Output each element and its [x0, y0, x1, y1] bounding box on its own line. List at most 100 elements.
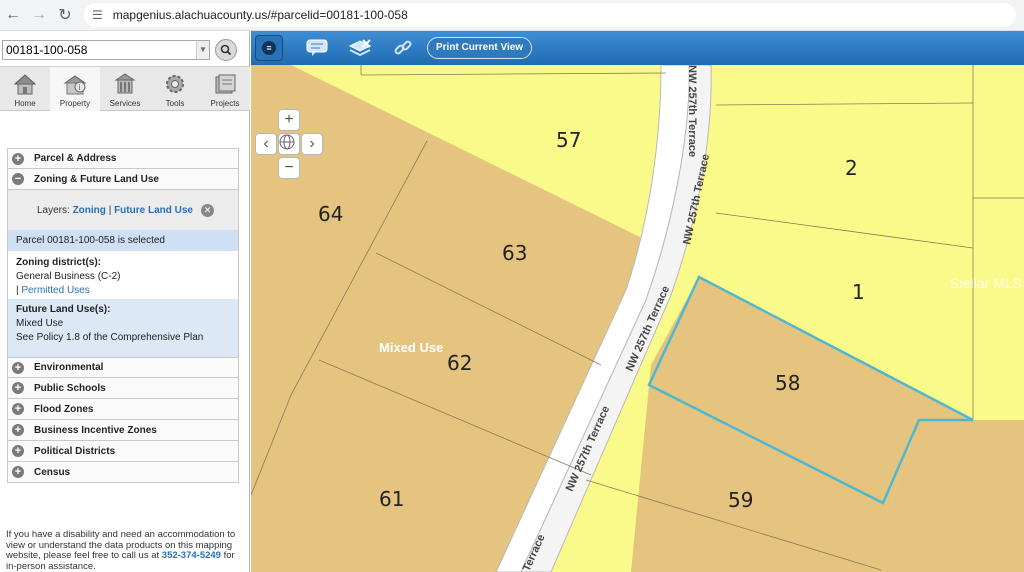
tab-services-label: Services — [109, 99, 141, 108]
forward-icon[interactable]: → — [26, 2, 52, 28]
layers-label: Layers: — [37, 204, 70, 216]
tab-home[interactable]: Home — [0, 67, 50, 111]
accordion-public-schools[interactable]: + Public Schools — [7, 378, 239, 399]
reload-icon[interactable]: ↻ — [52, 2, 78, 28]
back-icon[interactable]: ← — [0, 2, 26, 28]
search-dropdown-icon[interactable]: ▼ — [196, 41, 209, 59]
parcel-label: 1 — [852, 280, 865, 304]
svg-text:i: i — [79, 83, 81, 92]
accordion-label: Public Schools — [34, 382, 106, 394]
accordion-label: Parcel & Address — [34, 153, 117, 164]
parcel-label: 63 — [502, 241, 527, 265]
phone-link[interactable]: 352-374-5249 — [162, 550, 221, 561]
site-info-icon[interactable]: ☰ — [92, 8, 103, 22]
home-icon — [12, 72, 38, 96]
property-panel: + Parcel & Address − Zoning & Future Lan… — [7, 148, 239, 483]
flu-policy: See Policy 1.8 of the Comprehensive Plan — [16, 332, 204, 343]
services-icon — [112, 72, 138, 96]
link-icon[interactable] — [391, 36, 415, 60]
future-land-use-info: Future Land Use(s): Mixed Use See Policy… — [7, 299, 239, 357]
accordion-environmental[interactable]: + Environmental — [7, 357, 239, 378]
pan-right-button[interactable]: › — [301, 133, 323, 155]
browser-address-bar: ← → ↻ ☰ mapgenius.alachuacounty.us/#parc… — [0, 0, 1024, 31]
accordion-label: Business Incentive Zones — [34, 424, 157, 436]
tab-projects-label: Projects — [210, 99, 240, 108]
tab-property[interactable]: i Property — [50, 67, 100, 111]
parcel-label: 61 — [379, 487, 404, 511]
accessibility-notice: If you have a disability and need an acc… — [6, 529, 246, 572]
flu-heading: Future Land Use(s): — [16, 304, 111, 315]
tab-services[interactable]: Services — [100, 67, 150, 111]
flu-value: Mixed Use — [16, 318, 64, 329]
accordion-label: Flood Zones — [34, 403, 94, 415]
parcel-label: 2 — [845, 156, 858, 180]
watermark: Stellar MLS — [949, 275, 1022, 291]
search-icon — [220, 44, 232, 56]
road-label: NW 257th Terrace — [686, 65, 698, 157]
menu-button[interactable]: ≡ — [255, 35, 283, 61]
menu-icon: ≡ — [262, 41, 276, 55]
collapse-icon: − — [12, 173, 24, 185]
zoning-value: General Business (C-2) — [16, 271, 121, 282]
search-row: ▼ — [0, 38, 250, 62]
close-icon[interactable]: ✕ — [200, 203, 214, 217]
accordion-label: Environmental — [34, 362, 104, 373]
layer-zoning-link[interactable]: Zoning — [73, 205, 106, 216]
accordion-business-incentive-zones[interactable]: + Business Incentive Zones — [7, 420, 239, 441]
accordion-label: Census — [34, 466, 71, 478]
zone-label-mixed-use: Mixed Use — [379, 340, 443, 355]
sidebar: ▼ Home i Property Services — [0, 31, 250, 572]
tab-tools-label: Tools — [165, 99, 185, 108]
tab-projects[interactable]: Projects — [200, 67, 250, 111]
accordion-census[interactable]: + Census — [7, 462, 239, 483]
zoning-heading: Zoning district(s): — [16, 257, 101, 268]
map-toolbar: ≡ Print Current View — [251, 31, 1024, 65]
accordion-zoning-flu[interactable]: − Zoning & Future Land Use — [7, 169, 239, 190]
zoning-info: Zoning district(s): General Business (C-… — [7, 251, 239, 299]
permitted-uses-link[interactable]: Permitted Uses — [21, 285, 89, 296]
tab-property-label: Property — [59, 99, 91, 108]
parcel-search-input[interactable] — [2, 40, 210, 60]
accordion-flood-zones[interactable]: + Flood Zones — [7, 399, 239, 420]
layer-flu-link[interactable]: Future Land Use — [114, 205, 193, 216]
parcel-label: 64 — [318, 202, 343, 226]
globe-icon[interactable] — [278, 133, 300, 155]
expand-icon: + — [12, 466, 24, 478]
parcel-label: 59 — [728, 488, 753, 512]
map-canvas[interactable]: 57 2 64 63 1 62 58 61 59 NW 257th Terrac… — [251, 65, 1024, 572]
expand-icon: + — [12, 445, 24, 457]
url-field[interactable]: ☰ mapgenius.alachuacounty.us/#parcelid=0… — [84, 3, 1016, 27]
layer-separator: | — [108, 204, 112, 216]
accordion-label: Zoning & Future Land Use — [34, 173, 159, 185]
parcel-label: 62 — [447, 351, 472, 375]
expand-icon: + — [12, 382, 24, 394]
zoom-pan-control: + ‹ › − — [255, 109, 323, 181]
expand-icon: + — [12, 152, 24, 165]
url-text: mapgenius.alachuacounty.us/#parcelid=001… — [112, 8, 408, 22]
search-button[interactable] — [215, 39, 237, 61]
expand-icon: + — [12, 424, 24, 436]
property-icon: i — [62, 72, 88, 96]
parcel-label: 58 — [775, 371, 800, 395]
layers-icon[interactable] — [348, 36, 372, 60]
gear-icon — [162, 72, 188, 96]
tab-tools[interactable]: Tools — [150, 67, 200, 111]
comment-icon[interactable] — [305, 36, 329, 60]
zoom-out-button[interactable]: − — [278, 157, 300, 179]
zoom-in-button[interactable]: + — [278, 109, 300, 131]
accordion-parcel-address[interactable]: + Parcel & Address — [7, 148, 239, 169]
map-view[interactable]: 57 2 64 63 1 62 58 61 59 NW 257th Terrac… — [251, 65, 1024, 572]
tool-tabs: Home i Property Services Tools Projects — [0, 66, 250, 111]
projects-icon — [212, 72, 238, 96]
print-current-view-button[interactable]: Print Current View — [427, 37, 533, 59]
pan-left-button[interactable]: ‹ — [255, 133, 277, 155]
expand-icon: + — [12, 361, 24, 374]
layers-box: Layers: Zoning | Future Land Use ✕ — [7, 190, 239, 230]
accordion-political-districts[interactable]: + Political Districts — [7, 441, 239, 462]
tab-home-label: Home — [14, 99, 36, 108]
accordion-label: Political Districts — [34, 445, 116, 457]
permitted-separator: | — [16, 285, 19, 296]
parcel-label: 57 — [556, 128, 581, 152]
selected-parcel-bar: Parcel 00181-100-058 is selected — [7, 230, 239, 251]
expand-icon: + — [12, 403, 24, 415]
